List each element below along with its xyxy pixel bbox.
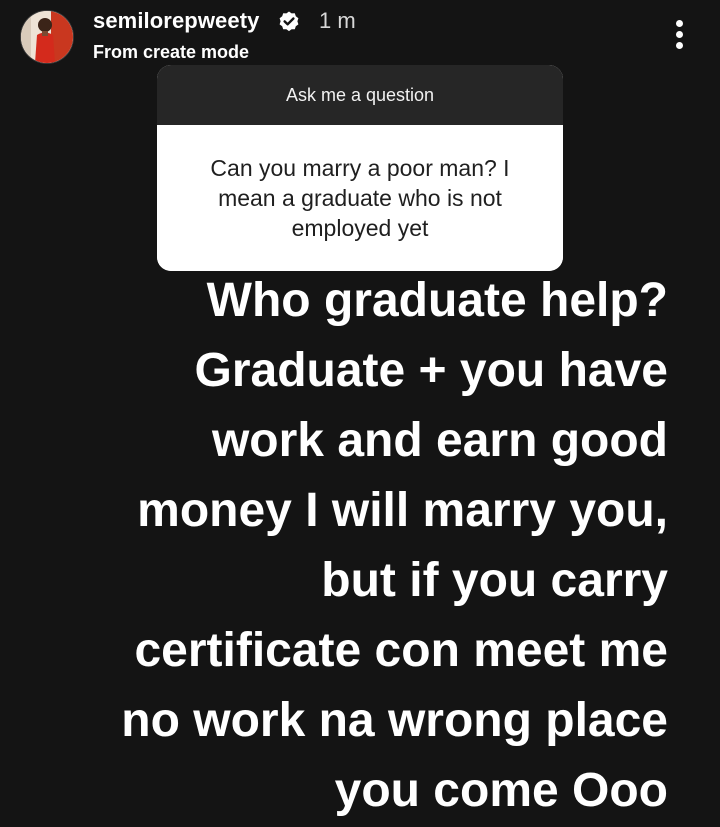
answer-line: work and earn good <box>211 414 668 467</box>
avatar-image <box>21 11 73 63</box>
more-options-button[interactable] <box>668 18 692 52</box>
username[interactable]: semilorepweety <box>93 8 259 34</box>
verified-badge-icon <box>279 11 299 32</box>
question-prompt: Ask me a question <box>285 84 435 105</box>
question-sticker-header: Ask me a question <box>157 65 563 125</box>
answer-text: Who graduate help? Graduate + you have w… <box>28 266 668 826</box>
story-header: semilorepweety 1 m From create mode <box>0 0 720 70</box>
answer-line: no work na wrong place <box>121 694 668 747</box>
answer-line: Who graduate help? <box>206 274 668 327</box>
timestamp: 1 m <box>319 8 356 33</box>
avatar[interactable] <box>21 11 73 63</box>
question-sticker-body: Can you marry a poor man? I mean a gradu… <box>157 125 563 271</box>
story-source-label: From create mode <box>93 42 250 62</box>
answer-line: but if you carry <box>321 554 668 607</box>
answer-line: certificate con meet me <box>134 624 668 677</box>
story-view: semilorepweety 1 m From create mode Ask … <box>0 0 720 827</box>
answer-line: Graduate + you have <box>194 344 668 397</box>
answer-line: you come Ooo <box>334 764 668 817</box>
answer-line: money I will marry you, <box>137 484 668 537</box>
question-text: Can you marry a poor man? I mean a gradu… <box>210 155 510 241</box>
question-sticker[interactable]: Ask me a question Can you marry a poor m… <box>157 65 563 271</box>
